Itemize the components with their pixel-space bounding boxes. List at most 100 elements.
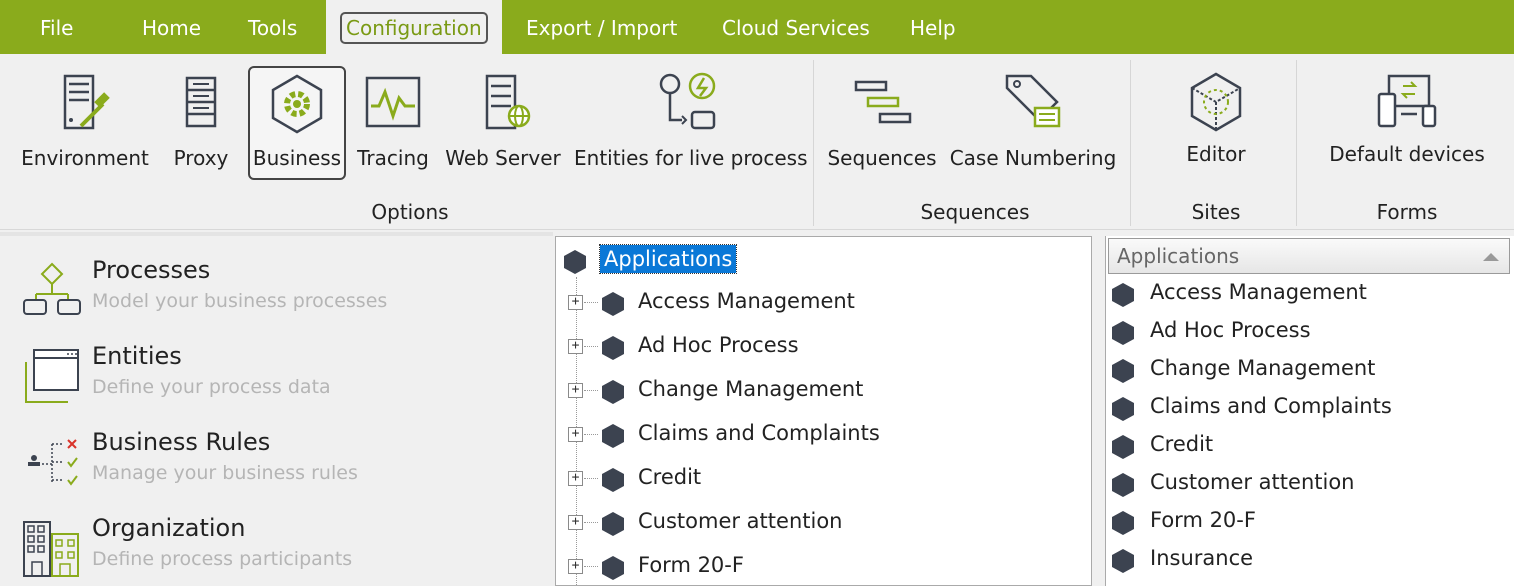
nav-entities[interactable]: Entities Define your process data bbox=[22, 342, 542, 422]
default-devices-button[interactable]: Default devices bbox=[1320, 66, 1494, 186]
tracing-button[interactable]: Tracing bbox=[354, 66, 432, 186]
applications-list: Applications Access Management Ad Hoc Pr… bbox=[1105, 236, 1514, 586]
tree-item-label: Credit bbox=[638, 465, 702, 489]
list-item[interactable]: Ad Hoc Process bbox=[1110, 316, 1510, 352]
entities-icon bbox=[25, 349, 79, 403]
list-item-label: Form 20-F bbox=[1150, 508, 1256, 532]
case-numbering-button[interactable]: Case Numbering bbox=[948, 66, 1118, 186]
expand-icon[interactable]: + bbox=[568, 559, 583, 574]
list-item[interactable]: Insurance bbox=[1110, 544, 1510, 580]
list-column-header[interactable]: Applications bbox=[1108, 238, 1510, 274]
sort-ascending-icon bbox=[1483, 253, 1499, 261]
gear-icon bbox=[271, 74, 323, 134]
nav-organization[interactable]: Organization Define process participants bbox=[22, 514, 542, 586]
nav-business-rules[interactable]: Business Rules Manage your business rule… bbox=[22, 428, 542, 508]
list-item[interactable]: Credit bbox=[1110, 430, 1510, 466]
menu-home[interactable]: Home bbox=[142, 0, 201, 54]
application-icon bbox=[602, 512, 624, 536]
application-icon bbox=[1112, 549, 1134, 573]
forms-group-label: Forms bbox=[1376, 200, 1438, 224]
application-icon bbox=[1112, 473, 1134, 497]
business-button[interactable]: Business bbox=[248, 66, 346, 180]
application-icon bbox=[1112, 283, 1134, 307]
expand-icon[interactable]: + bbox=[568, 339, 583, 354]
tree-root-label: Applications bbox=[598, 244, 738, 274]
list-item[interactable]: Access Management bbox=[1110, 278, 1510, 314]
editor-button[interactable]: Editor bbox=[1160, 66, 1272, 186]
tree-item-label: Change Management bbox=[638, 377, 864, 401]
expand-icon[interactable]: + bbox=[568, 471, 583, 486]
menu-configuration[interactable]: Configuration bbox=[326, 0, 502, 54]
entities-live-process-label: Entities for live process bbox=[574, 146, 808, 170]
tree-item-label: Customer attention bbox=[638, 509, 843, 533]
organization-icon bbox=[23, 521, 79, 577]
list-header-label: Applications bbox=[1117, 244, 1240, 268]
tree-item-label: Access Management bbox=[638, 289, 855, 313]
tag-icon bbox=[1005, 74, 1061, 128]
group-separator bbox=[1296, 60, 1297, 226]
list-item-label: Ad Hoc Process bbox=[1150, 318, 1311, 342]
menu-file[interactable]: File bbox=[40, 0, 73, 54]
sequences-button[interactable]: Sequences bbox=[826, 66, 938, 186]
cube-icon bbox=[1190, 72, 1242, 132]
tree-item-label: Form 20-F bbox=[638, 553, 744, 577]
tree-item[interactable]: + Ad Hoc Process bbox=[568, 331, 1068, 363]
processes-icon bbox=[23, 262, 81, 315]
menu-export-import[interactable]: Export / Import bbox=[526, 0, 677, 54]
devices-icon bbox=[1377, 74, 1437, 128]
sequences-label: Sequences bbox=[827, 146, 937, 170]
menu-configuration-label: Configuration bbox=[340, 12, 488, 44]
default-devices-label: Default devices bbox=[1329, 142, 1485, 166]
list-item[interactable]: Change Management bbox=[1110, 354, 1510, 390]
expand-icon[interactable]: + bbox=[568, 383, 583, 398]
expand-icon[interactable]: + bbox=[568, 295, 583, 310]
menu-bar: File Home Tools Configuration Export / I… bbox=[0, 0, 1514, 54]
web-server-icon bbox=[485, 74, 531, 130]
case-numbering-label: Case Numbering bbox=[949, 146, 1117, 170]
list-item[interactable]: Form 20-F bbox=[1110, 506, 1510, 542]
web-server-button[interactable]: Web Server bbox=[444, 66, 562, 186]
tree-item[interactable]: + Form 20-F bbox=[568, 551, 1068, 583]
application-icon bbox=[564, 250, 586, 274]
environment-label: Environment bbox=[21, 146, 149, 170]
tree-item[interactable]: + Access Management bbox=[568, 287, 1068, 319]
ribbon: Environment Proxy Business Tracing Web S… bbox=[0, 54, 1514, 230]
tree-item[interactable]: + Customer attention bbox=[568, 507, 1068, 539]
business-rules-icon bbox=[28, 439, 78, 486]
application-icon bbox=[602, 424, 624, 448]
tree-item-label: Ad Hoc Process bbox=[638, 333, 799, 357]
nav-organization-subtitle: Define process participants bbox=[92, 548, 353, 570]
tree-item[interactable]: + Change Management bbox=[568, 375, 1068, 407]
nav-entities-subtitle: Define your process data bbox=[92, 376, 331, 398]
proxy-button[interactable]: Proxy bbox=[164, 66, 238, 186]
group-separator bbox=[1130, 60, 1131, 226]
list-item[interactable]: Claims and Complaints bbox=[1110, 392, 1510, 428]
environment-icon bbox=[63, 74, 110, 130]
list-item[interactable]: Customer attention bbox=[1110, 468, 1510, 504]
list-item-label: Access Management bbox=[1150, 280, 1367, 304]
entities-live-process-button[interactable]: Entities for live process bbox=[574, 66, 808, 186]
application-icon bbox=[1112, 435, 1134, 459]
list-item-label: Claims and Complaints bbox=[1150, 394, 1392, 418]
nav-processes-title: Processes bbox=[92, 256, 211, 284]
menu-tools[interactable]: Tools bbox=[248, 0, 297, 54]
tracing-label: Tracing bbox=[357, 146, 429, 170]
expand-icon[interactable]: + bbox=[568, 515, 583, 530]
environment-button[interactable]: Environment bbox=[18, 66, 152, 186]
proxy-label: Proxy bbox=[173, 146, 229, 170]
tree-item[interactable]: + Claims and Complaints bbox=[568, 419, 1068, 451]
tree-item[interactable]: + Credit bbox=[568, 463, 1068, 495]
menu-cloud-services[interactable]: Cloud Services bbox=[722, 0, 870, 54]
left-nav-pane: Processes Model your business processes … bbox=[0, 232, 553, 586]
menu-help[interactable]: Help bbox=[910, 0, 956, 54]
business-label: Business bbox=[252, 146, 342, 170]
nav-processes[interactable]: Processes Model your business processes bbox=[22, 256, 542, 336]
group-separator bbox=[813, 60, 814, 226]
options-group-label: Options bbox=[371, 200, 449, 224]
nav-organization-title: Organization bbox=[92, 514, 246, 542]
application-icon bbox=[1112, 359, 1134, 383]
tree-connector bbox=[584, 522, 598, 523]
expand-icon[interactable]: + bbox=[568, 427, 583, 442]
tree-connector bbox=[584, 302, 598, 303]
list-item-label: Insurance bbox=[1150, 546, 1254, 570]
